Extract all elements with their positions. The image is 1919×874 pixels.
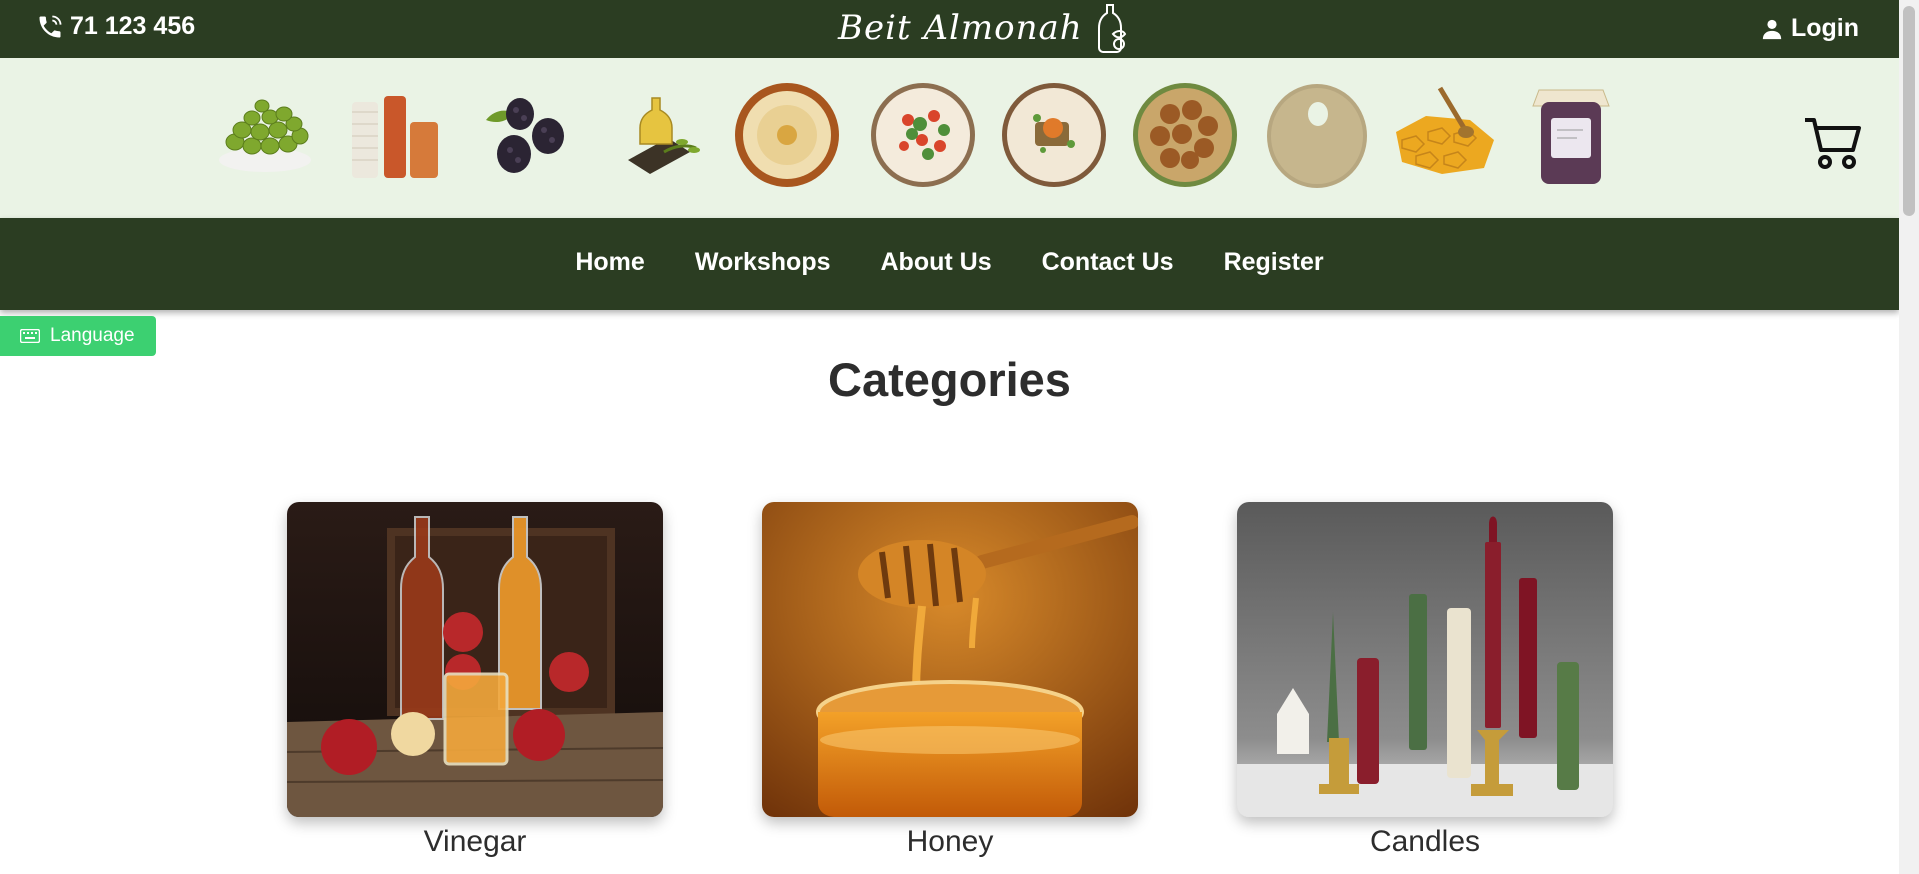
vinegar-image: [287, 502, 663, 817]
phone-number: 71 123 456: [70, 12, 196, 40]
language-button[interactable]: Language: [0, 316, 156, 356]
honeycomb-thumbnail[interactable]: [1388, 80, 1498, 190]
brand-name: Beit Almonah: [838, 8, 1083, 48]
phone-contact[interactable]: 71 123 456: [36, 12, 195, 41]
kebbeh-plate-thumbnail[interactable]: [999, 80, 1109, 190]
bottle-logo-icon: [1097, 4, 1126, 53]
categories-title: Categories: [828, 353, 1071, 406]
falafel-thumbnail[interactable]: [1130, 80, 1240, 190]
salad-thumbnail[interactable]: [868, 80, 978, 190]
scrollbar-thumb[interactable]: [1903, 6, 1915, 216]
login-link[interactable]: Login: [1761, 14, 1859, 43]
keyboard-icon: [20, 329, 40, 343]
nav-item-contact-us[interactable]: Contact Us: [1042, 248, 1174, 277]
cart-icon[interactable]: [1803, 114, 1863, 170]
language-label: Language: [50, 325, 135, 346]
phone-icon: [39, 15, 62, 37]
category-label-vinegar: Vinegar: [423, 825, 527, 858]
login-label: Login: [1790, 14, 1859, 42]
jam-jar-thumbnail[interactable]: [1519, 80, 1629, 190]
nav-item-home[interactable]: Home: [575, 248, 644, 277]
category-card-honey[interactable]: Honey: [762, 502, 1138, 859]
nav-item-register[interactable]: Register: [1224, 248, 1324, 277]
honey-image: [762, 502, 1138, 817]
thread-spools-thumbnail[interactable]: [340, 80, 450, 190]
scrollbar[interactable]: [1899, 0, 1919, 874]
category-card-vinegar[interactable]: Vinegar: [287, 502, 663, 859]
olives-thumbnail[interactable]: [210, 80, 320, 190]
bread-ring-thumbnail[interactable]: [1262, 80, 1372, 190]
category-card-candles[interactable]: Candles: [1237, 502, 1613, 859]
category-label-candles: Candles: [1369, 825, 1481, 858]
olive-oil-thumbnail[interactable]: [604, 80, 714, 190]
blackberries-thumbnail[interactable]: [472, 80, 582, 190]
nav-item-about-us[interactable]: About Us: [881, 248, 992, 277]
hummus-thumbnail[interactable]: [732, 80, 842, 190]
user-icon: [1762, 19, 1782, 39]
candles-image: [1237, 502, 1613, 817]
brand-logo[interactable]: Beit Almonah: [838, 2, 1133, 54]
category-label-honey: Honey: [906, 825, 994, 858]
nav-item-workshops[interactable]: Workshops: [695, 248, 831, 277]
main-nav: Home Workshops About Us Contact Us Regis…: [0, 218, 1899, 310]
product-strip: [0, 58, 1899, 218]
top-bar: 71 123 456 Beit Almonah Login: [0, 0, 1899, 58]
